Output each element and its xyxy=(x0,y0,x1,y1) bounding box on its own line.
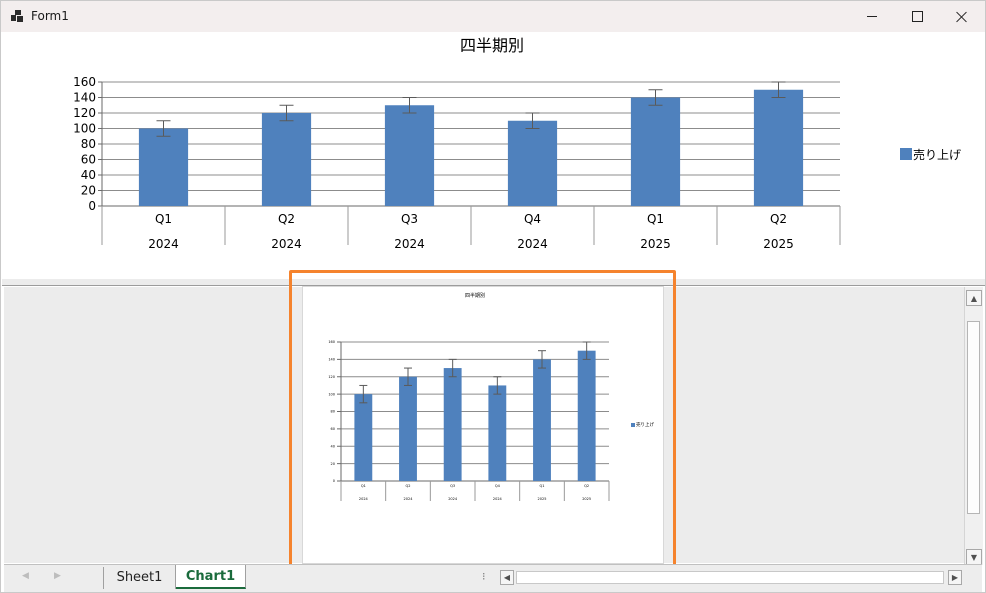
legend-swatch xyxy=(900,148,912,160)
x-tick-label: Q1 xyxy=(647,212,664,226)
tab-chart1[interactable]: Chart1 xyxy=(176,565,246,589)
title-bar[interactable]: Form1 xyxy=(1,1,985,32)
horizontal-scroll-track[interactable] xyxy=(516,571,944,584)
bar xyxy=(630,97,681,206)
close-button[interactable] xyxy=(939,1,985,32)
chart-control: 四半期別 0 20 40 60 80 100 120 140 160 Q1 2024 Q2 2024 Q3 2… xyxy=(2,32,985,279)
x-group-label: 2024 xyxy=(517,237,548,251)
highlight-box xyxy=(289,270,676,574)
bar xyxy=(261,113,312,206)
chart-title: 四半期別 xyxy=(460,36,524,55)
y-tick-label: 0 xyxy=(88,199,96,213)
arrow-right-icon: ▶ xyxy=(951,573,959,582)
x-group-label: 2024 xyxy=(148,237,179,251)
x-group-label: 2024 xyxy=(394,237,425,251)
next-sheet-icon[interactable]: ▶ xyxy=(54,571,61,581)
arrow-up-icon: ▲ xyxy=(970,293,978,303)
sheet-tab-bar: ◀ ▶ Sheet1 Chart1 ⁝ ◀ ▶ xyxy=(4,564,982,592)
arrow-down-icon: ▼ xyxy=(970,552,978,562)
y-tick-label: 40 xyxy=(81,168,96,182)
x-tick-label: Q2 xyxy=(770,212,787,226)
y-tick-label: 160 xyxy=(73,75,96,89)
minimize-button[interactable] xyxy=(849,1,895,32)
app-icon xyxy=(11,10,23,22)
scroll-right-button[interactable]: ▶ xyxy=(948,570,962,585)
x-group-label: 2024 xyxy=(271,237,302,251)
x-tick-label: Q1 xyxy=(155,212,172,226)
minimize-icon xyxy=(867,16,877,17)
main-chart: 四半期別 020 4060 80100 120140 160 Q1 2024 Q2 2024 Q3 2… xyxy=(73,36,961,251)
window-title: Form1 xyxy=(31,9,69,23)
maximize-icon xyxy=(911,11,923,22)
x-tick-label: Q3 xyxy=(401,212,418,226)
y-tick-label: 60 xyxy=(81,153,96,167)
scroll-down-button[interactable]: ▼ xyxy=(966,549,982,565)
vertical-scrollbar[interactable]: ▲ ▼ xyxy=(964,287,983,565)
x-tick-label: Q4 xyxy=(524,212,541,226)
legend-label: 売り上げ xyxy=(913,147,961,162)
bar xyxy=(507,120,558,206)
vertical-scroll-thumb[interactable] xyxy=(967,321,980,514)
y-tick-label: 80 xyxy=(81,137,96,151)
y-tick-label: 20 xyxy=(81,184,96,198)
arrow-left-icon: ◀ xyxy=(503,573,511,582)
previous-sheet-icon[interactable]: ◀ xyxy=(22,571,29,581)
tab-sheet1[interactable]: Sheet1 xyxy=(104,565,176,589)
bar xyxy=(384,105,435,206)
y-tick-label: 140 xyxy=(73,91,96,105)
scroll-up-button[interactable]: ▲ xyxy=(966,290,982,306)
bar xyxy=(753,89,804,206)
form-window: Form1 四半期別 0 20 40 60 80 100 120 140 160 Q1 2024 Q2 2… xyxy=(0,0,986,593)
horizontal-scrollbar[interactable]: ◀ ▶ xyxy=(500,570,962,585)
close-icon xyxy=(956,11,968,23)
x-group-label: 2025 xyxy=(763,237,794,251)
scroll-left-button[interactable]: ◀ xyxy=(500,570,514,585)
y-tick-label: 120 xyxy=(73,106,96,120)
maximize-button[interactable] xyxy=(894,1,940,32)
tab-splitter-handle[interactable]: ⁝ xyxy=(482,570,486,583)
bar xyxy=(138,128,189,206)
x-group-label: 2025 xyxy=(640,237,671,251)
x-tick-label: Q2 xyxy=(278,212,295,226)
y-tick-label: 100 xyxy=(73,122,96,136)
